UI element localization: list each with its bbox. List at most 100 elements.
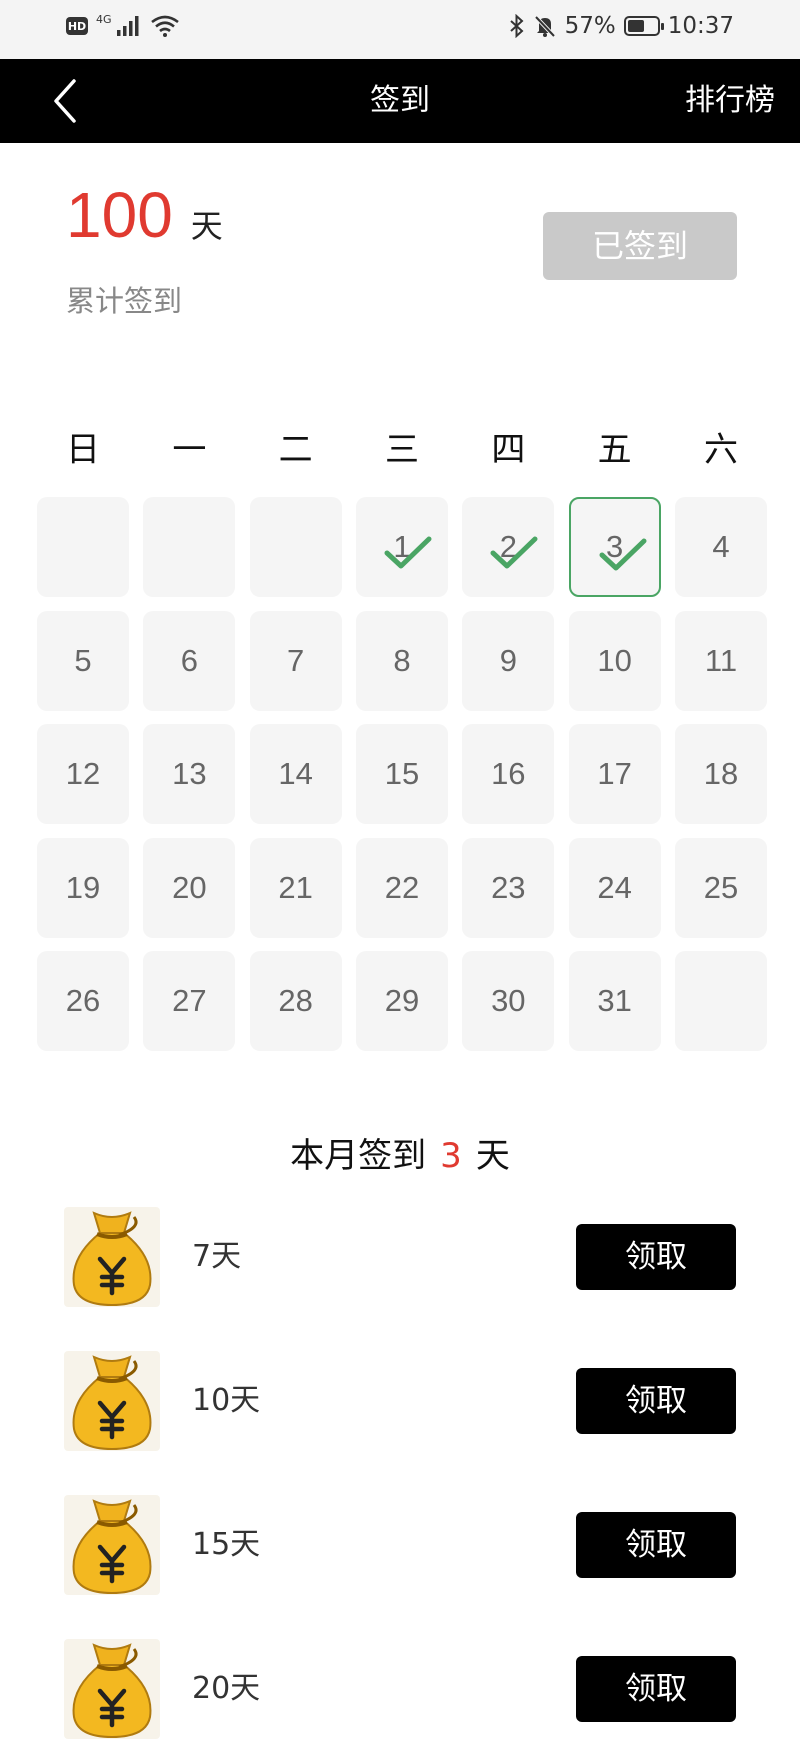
calendar-day-number: 17 — [597, 756, 632, 791]
calendar-day[interactable]: 31 — [568, 951, 661, 1051]
money-bag-image — [64, 1639, 160, 1739]
calendar-day[interactable]: 13 — [143, 724, 236, 824]
calendar-day-number: 30 — [491, 983, 526, 1018]
calendar-day-number: 23 — [491, 869, 526, 905]
weekday-label: 一 — [172, 430, 207, 470]
month-summary-prefix: 本月签到 — [290, 1136, 427, 1176]
battery-percent: 57% — [564, 13, 616, 39]
calendar-day[interactable]: 21 — [249, 837, 342, 938]
claim-button[interactable]: 领取 — [576, 1656, 736, 1722]
weekday-label: 四 — [491, 430, 526, 470]
mute-bell-icon — [534, 15, 556, 38]
calendar-day-number: 4 — [712, 529, 730, 564]
nav-bar: 签到 排行榜 — [0, 59, 800, 143]
calendar-day[interactable]: 3 — [568, 497, 661, 597]
calendar-day[interactable]: 1 — [355, 497, 448, 597]
reward-item: 10天 领取 — [0, 1351, 800, 1451]
weekday-header: 日一二三四五六 — [37, 420, 765, 480]
back-button[interactable] — [40, 75, 90, 127]
money-bag-icon — [72, 1355, 152, 1451]
calendar-day[interactable]: 26 — [37, 951, 129, 1051]
reward-days-label: 10天 — [192, 1383, 261, 1418]
calendar-grid: 1 2 3 4 5 6 7 8 9 10 11 12 13 14 15 16 17 18 19 20 21 22 23 24 2… — [37, 497, 767, 1052]
calendar-day-number: 22 — [384, 869, 420, 905]
calendar-empty-cell — [143, 497, 236, 597]
total-days-count: 100 — [66, 179, 173, 251]
status-bar: HD 4G 57% 10:37 — [0, 0, 800, 59]
calendar-day[interactable]: 16 — [462, 724, 555, 824]
calendar-day-number: 12 — [65, 756, 101, 791]
network-type: 4G — [96, 13, 112, 26]
calendar-day[interactable]: 10 — [568, 610, 661, 711]
calendar-day-number: 25 — [703, 869, 739, 905]
calendar-day[interactable]: 18 — [674, 724, 767, 824]
money-bag-image — [64, 1207, 160, 1307]
weekday-label: 二 — [278, 430, 313, 470]
calendar-day[interactable]: 30 — [462, 951, 555, 1051]
calendar-day[interactable]: 23 — [462, 837, 555, 938]
calendar-day-number: 16 — [491, 756, 526, 791]
calendar-empty-cell — [674, 951, 767, 1051]
calendar-day-number: 18 — [703, 756, 739, 791]
calendar-day[interactable]: 29 — [355, 951, 448, 1051]
calendar-day[interactable]: 27 — [143, 951, 236, 1051]
calendar-day[interactable]: 15 — [355, 724, 448, 824]
claim-button[interactable]: 领取 — [576, 1368, 736, 1434]
calendar-day[interactable]: 24 — [568, 837, 661, 938]
calendar-day-number: 2 — [499, 529, 517, 564]
weekday-label: 日 — [66, 430, 100, 470]
calendar-day-number: 28 — [278, 983, 313, 1018]
calendar-day-number: 3 — [606, 529, 624, 564]
signal-icon — [116, 16, 139, 36]
money-bag-image — [64, 1495, 160, 1595]
wifi-icon — [150, 15, 179, 37]
calendar-day[interactable]: 28 — [249, 951, 342, 1051]
page-title: 签到 — [370, 83, 430, 118]
calendar-day-number: 19 — [65, 869, 101, 905]
leaderboard-link[interactable]: 排行榜 — [685, 59, 775, 143]
calendar-day[interactable]: 17 — [568, 724, 661, 824]
calendar-day[interactable]: 25 — [674, 837, 767, 938]
signed-in-button[interactable]: 已签到 — [543, 212, 737, 280]
weekday-label: 六 — [703, 430, 738, 470]
calendar-day-number: 31 — [597, 983, 632, 1018]
calendar-day[interactable]: 6 — [143, 610, 236, 711]
money-bag-icon — [72, 1499, 152, 1595]
calendar-day[interactable]: 8 — [355, 610, 448, 711]
calendar-day[interactable]: 20 — [143, 837, 236, 938]
calendar-day[interactable]: 22 — [355, 837, 448, 938]
calendar-day-number: 29 — [384, 983, 420, 1018]
calendar-day-number: 6 — [180, 642, 198, 678]
calendar-day[interactable]: 5 — [37, 610, 129, 711]
calendar-day[interactable]: 2 — [462, 497, 555, 597]
calendar-day[interactable]: 14 — [249, 724, 342, 824]
reward-days-label: 7天 — [192, 1239, 242, 1274]
weekday-label: 五 — [597, 430, 632, 470]
reward-item: 15天 领取 — [0, 1495, 800, 1595]
calendar-day[interactable]: 19 — [37, 837, 129, 938]
calendar-day-number: 20 — [172, 869, 207, 905]
month-summary-suffix: 天 — [475, 1136, 510, 1176]
status-left: HD 4G — [66, 14, 180, 38]
calendar-empty-cell — [249, 497, 342, 597]
calendar-day[interactable]: 7 — [249, 610, 342, 711]
hd-badge: HD — [66, 17, 88, 35]
total-days-label: 累计签到 — [66, 284, 183, 318]
calendar-day-number: 11 — [704, 642, 738, 678]
calendar-day-number: 1 — [393, 529, 411, 564]
reward-item: 20天 领取 — [0, 1639, 800, 1739]
claim-button[interactable]: 领取 — [576, 1224, 736, 1290]
reward-item: 7天 领取 — [0, 1207, 800, 1307]
calendar-day[interactable]: 12 — [37, 724, 129, 824]
calendar-day-number: 5 — [74, 642, 92, 678]
calendar-day-number: 27 — [172, 983, 207, 1018]
calendar-day[interactable]: 11 — [674, 610, 767, 711]
calendar-day-number: 10 — [597, 642, 632, 678]
money-bag-icon — [72, 1211, 152, 1307]
claim-button[interactable]: 领取 — [576, 1512, 736, 1578]
calendar-day-number: 15 — [384, 756, 420, 791]
calendar-day[interactable]: 9 — [462, 610, 555, 711]
reward-days-label: 20天 — [192, 1671, 261, 1706]
calendar-day-number: 7 — [287, 642, 305, 678]
calendar-day[interactable]: 4 — [674, 497, 767, 597]
